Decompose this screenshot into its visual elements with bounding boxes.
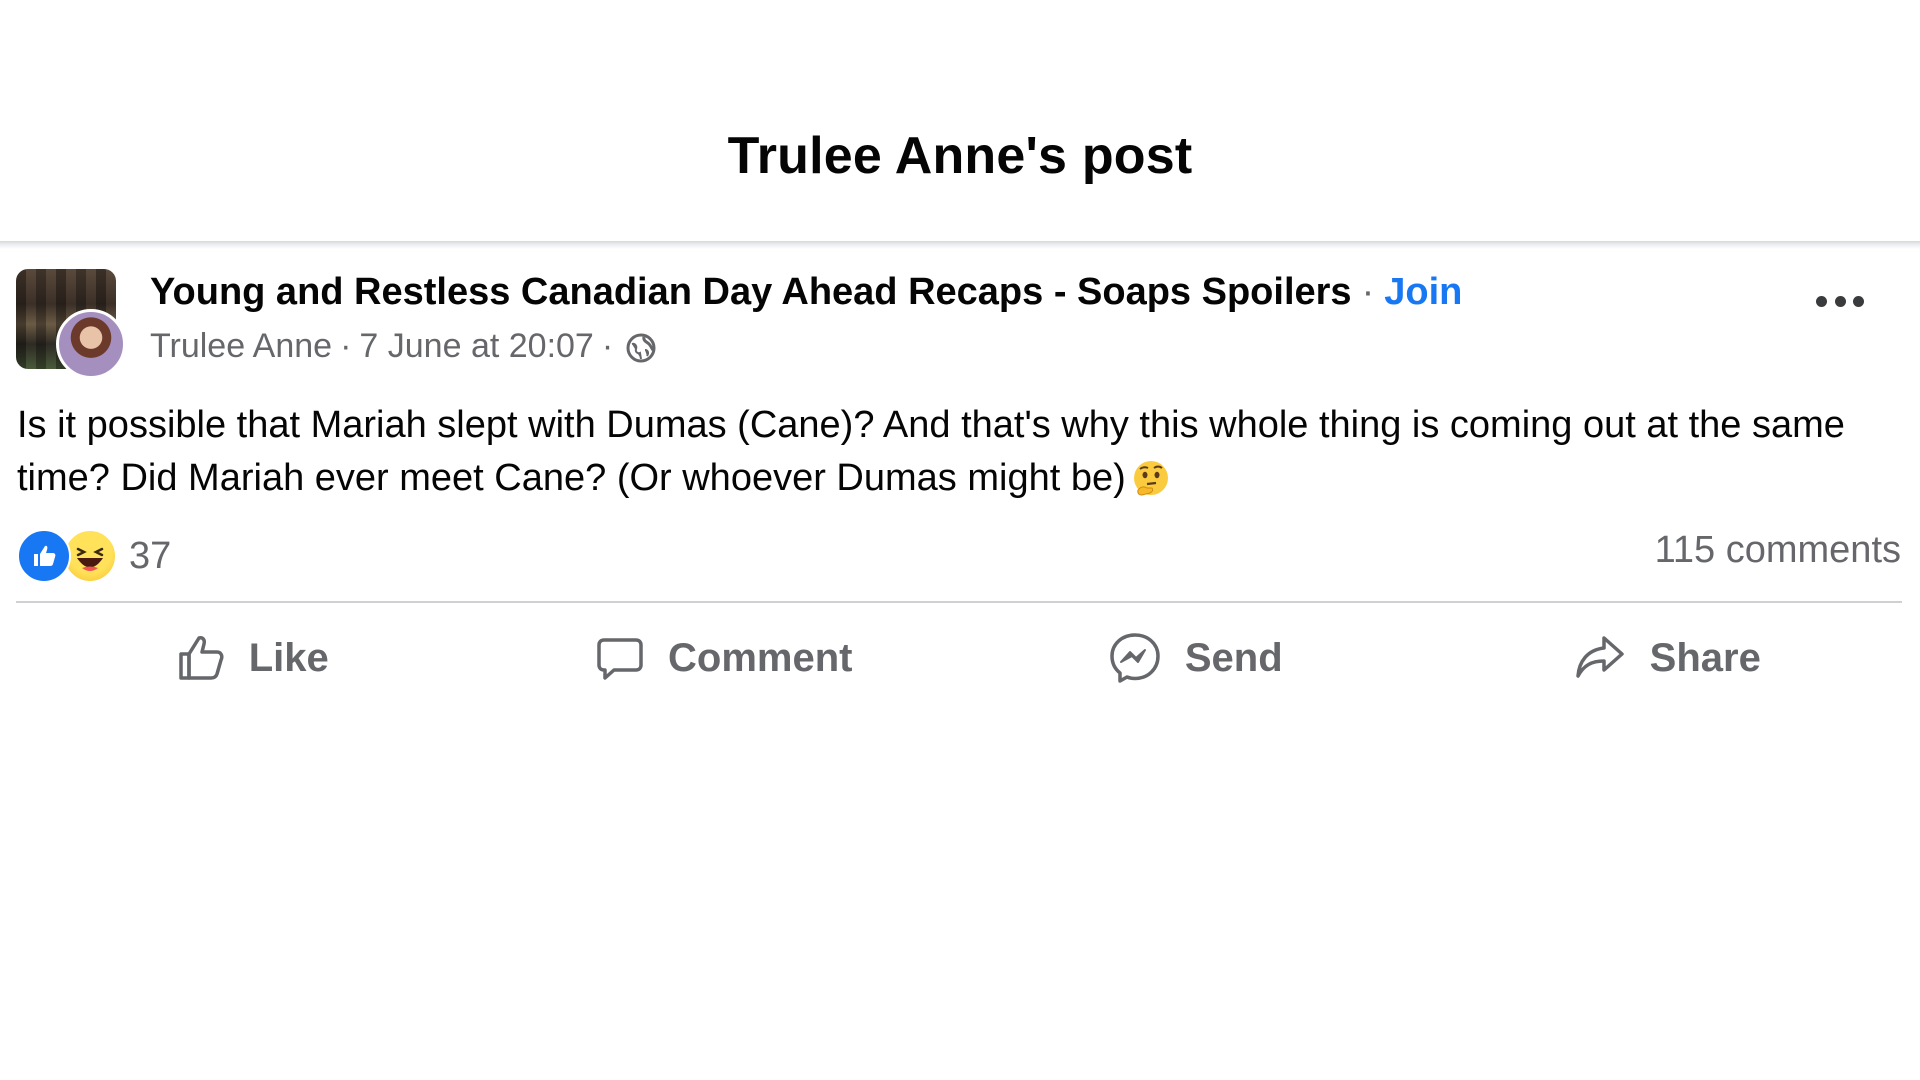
reaction-count: 37 [129,534,172,577]
messenger-icon [1110,633,1160,683]
post-timestamp[interactable]: 7 June at 20:07 [359,323,593,369]
post-modal: Trulee Anne's post Young and Restless Ca… [0,0,1920,1080]
send-button[interactable]: Send [959,615,1431,701]
globe-icon[interactable] [625,330,657,363]
comment-button[interactable]: Comment [488,615,960,701]
modal-title: Trulee Anne's post [727,126,1193,185]
like-reaction-icon [17,529,71,583]
reactions-summary[interactable]: 37 [17,527,171,585]
post-subline: Trulee Anne · 7 June at 20:07 · [150,323,1462,369]
more-options-icon[interactable] [1816,291,1864,311]
header-divider [0,241,1920,249]
comments-count-link[interactable]: 115 comments [1655,529,1901,572]
author-name-link[interactable]: Trulee Anne [150,323,332,369]
post-body: Is it possible that Mariah slept with Du… [17,399,1887,505]
post-actions-bar: Like Comment Send Share [16,615,1902,701]
share-arrow-icon [1575,636,1624,678]
thumbs-up-icon [178,636,224,680]
thinking-face-icon [1130,458,1172,500]
haha-reaction-icon [63,529,117,583]
separator-dot: · [1361,271,1375,313]
modal-header: Trulee Anne's post [0,0,1920,241]
join-button[interactable]: Join [1384,271,1462,313]
comment-bubble-icon [597,638,643,680]
stats-divider [16,601,1902,603]
comment-label: Comment [668,635,853,680]
share-label: Share [1649,635,1761,680]
separator-dot: · [601,327,614,365]
share-button[interactable]: Share [1431,615,1903,701]
separator-dot: · [340,327,352,365]
like-label: Like [248,635,329,680]
post-text: Is it possible that Mariah slept with Du… [17,404,1845,499]
like-button[interactable]: Like [16,615,488,701]
post-header: Young and Restless Canadian Day Ahead Re… [150,267,1462,369]
group-line: Young and Restless Canadian Day Ahead Re… [150,267,1462,317]
group-name-link[interactable]: Young and Restless Canadian Day Ahead Re… [150,271,1352,313]
post-avatar[interactable] [16,269,128,381]
author-avatar[interactable] [56,309,126,379]
send-label: Send [1184,635,1283,680]
